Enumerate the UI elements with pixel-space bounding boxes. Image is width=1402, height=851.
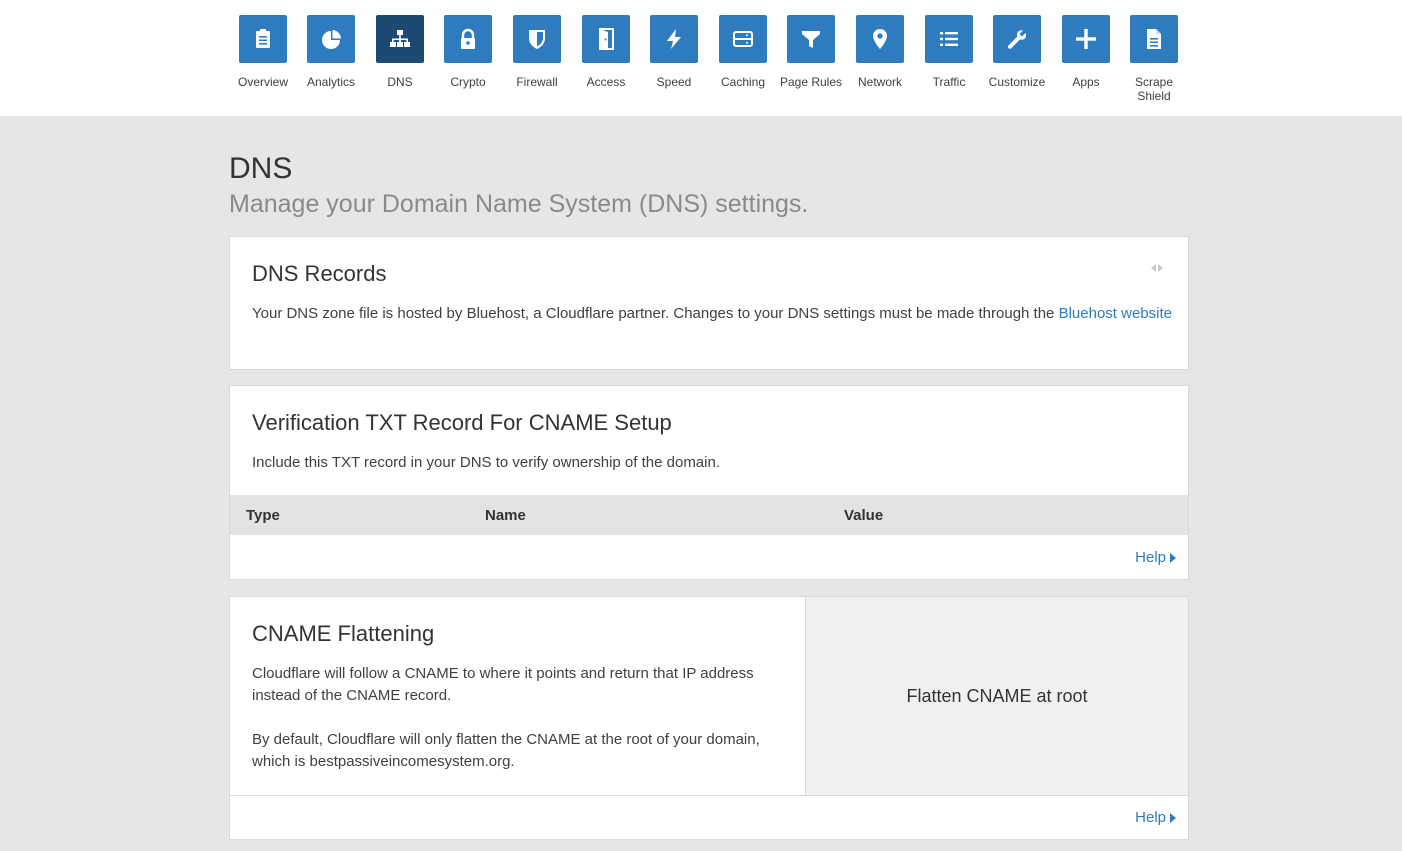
nav-label: Analytics xyxy=(306,75,356,89)
nav-label: Traffic xyxy=(932,75,966,89)
nav-caching[interactable]: Caching xyxy=(708,15,778,89)
help-label: Help xyxy=(1135,809,1166,826)
column-header-type[interactable]: Type xyxy=(246,507,280,524)
nav-speed[interactable]: Speed xyxy=(639,15,709,89)
cname-description-2: By default, Cloudflare will only flatten… xyxy=(252,731,760,770)
cname-description-panel: CNAME Flattening Cloudflare will follow … xyxy=(230,597,806,795)
nav-label: DNS xyxy=(387,75,413,89)
dns-records-card: DNS Records Your DNS zone file is hosted… xyxy=(229,236,1189,370)
card-title: DNS Records xyxy=(252,261,387,286)
cname-setting-panel[interactable]: Flatten CNAME at root xyxy=(806,597,1188,795)
cname-description-1: Cloudflare will follow a CNAME to where … xyxy=(252,665,754,704)
nav-label: Apps xyxy=(1072,75,1100,89)
column-header-name[interactable]: Name xyxy=(485,507,526,524)
divider xyxy=(230,795,1188,796)
collapse-toggle-icon[interactable] xyxy=(1150,263,1164,273)
filter-icon xyxy=(787,15,835,63)
nav-label: Customize xyxy=(988,75,1046,89)
document-icon xyxy=(1130,15,1178,63)
card-title: Verification TXT Record For CNAME Setup xyxy=(252,410,672,435)
nav-label: Crypto xyxy=(450,75,486,89)
bluehost-website-link[interactable]: Bluehost website xyxy=(1059,305,1172,322)
caret-right-icon xyxy=(1170,812,1176,823)
nav-label: Network xyxy=(857,75,902,89)
caret-right-icon xyxy=(1170,552,1176,563)
dns-hosted-text: Your DNS zone file is hosted by Bluehost… xyxy=(252,305,1059,322)
nav-label: Page Rules xyxy=(779,75,843,89)
wrench-icon xyxy=(993,15,1041,63)
sitemap-icon xyxy=(376,15,424,63)
door-icon xyxy=(582,15,630,63)
nav-analytics[interactable]: Analytics xyxy=(296,15,366,89)
nav-scrape-shield[interactable]: Scrape Shield xyxy=(1119,15,1189,103)
nav-label: Firewall xyxy=(516,75,558,89)
card-description: Include this TXT record in your DNS to v… xyxy=(252,454,720,471)
help-link[interactable]: Help xyxy=(1135,549,1176,566)
shield-icon xyxy=(513,15,561,63)
flatten-cname-setting[interactable]: Flatten CNAME at root xyxy=(906,686,1087,707)
column-header-value[interactable]: Value xyxy=(844,507,883,524)
table-header: Type Name Value xyxy=(230,495,1188,535)
nav-label: Speed xyxy=(656,75,692,89)
cname-flattening-card: CNAME Flattening Cloudflare will follow … xyxy=(229,596,1189,840)
nav-network[interactable]: Network xyxy=(845,15,915,89)
card-description: Your DNS zone file is hosted by Bluehost… xyxy=(252,303,1172,325)
nav-firewall[interactable]: Firewall xyxy=(502,15,572,89)
nav-crypto[interactable]: Crypto xyxy=(433,15,503,89)
nav-page-rules[interactable]: Page Rules xyxy=(776,15,846,89)
lightning-icon xyxy=(650,15,698,63)
pie-chart-icon xyxy=(307,15,355,63)
map-pin-icon xyxy=(856,15,904,63)
nav-label: Overview xyxy=(237,75,288,89)
nav-access[interactable]: Access xyxy=(571,15,641,89)
nav-label: Scrape Shield xyxy=(1134,75,1174,103)
top-navigation: Overview Analytics DNS Crypto Firewall A… xyxy=(0,0,1402,116)
card-title: CNAME Flattening xyxy=(252,621,435,646)
nav-overview[interactable]: Overview xyxy=(228,15,298,89)
page-subtitle: Manage your Domain Name System (DNS) set… xyxy=(229,190,809,218)
nav-label: Caching xyxy=(720,75,766,89)
nav-dns[interactable]: DNS xyxy=(365,15,435,89)
lock-icon xyxy=(444,15,492,63)
verification-txt-card: Verification TXT Record For CNAME Setup … xyxy=(229,385,1189,580)
list-icon xyxy=(925,15,973,63)
nav-traffic[interactable]: Traffic xyxy=(914,15,984,89)
page-title: DNS xyxy=(229,152,293,185)
nav-customize[interactable]: Customize xyxy=(982,15,1052,89)
clipboard-icon xyxy=(239,15,287,63)
server-icon xyxy=(719,15,767,63)
nav-label: Access xyxy=(586,75,626,89)
nav-apps[interactable]: Apps xyxy=(1051,15,1121,89)
plus-icon xyxy=(1062,15,1110,63)
help-label: Help xyxy=(1135,549,1166,566)
help-link[interactable]: Help xyxy=(1135,809,1176,826)
